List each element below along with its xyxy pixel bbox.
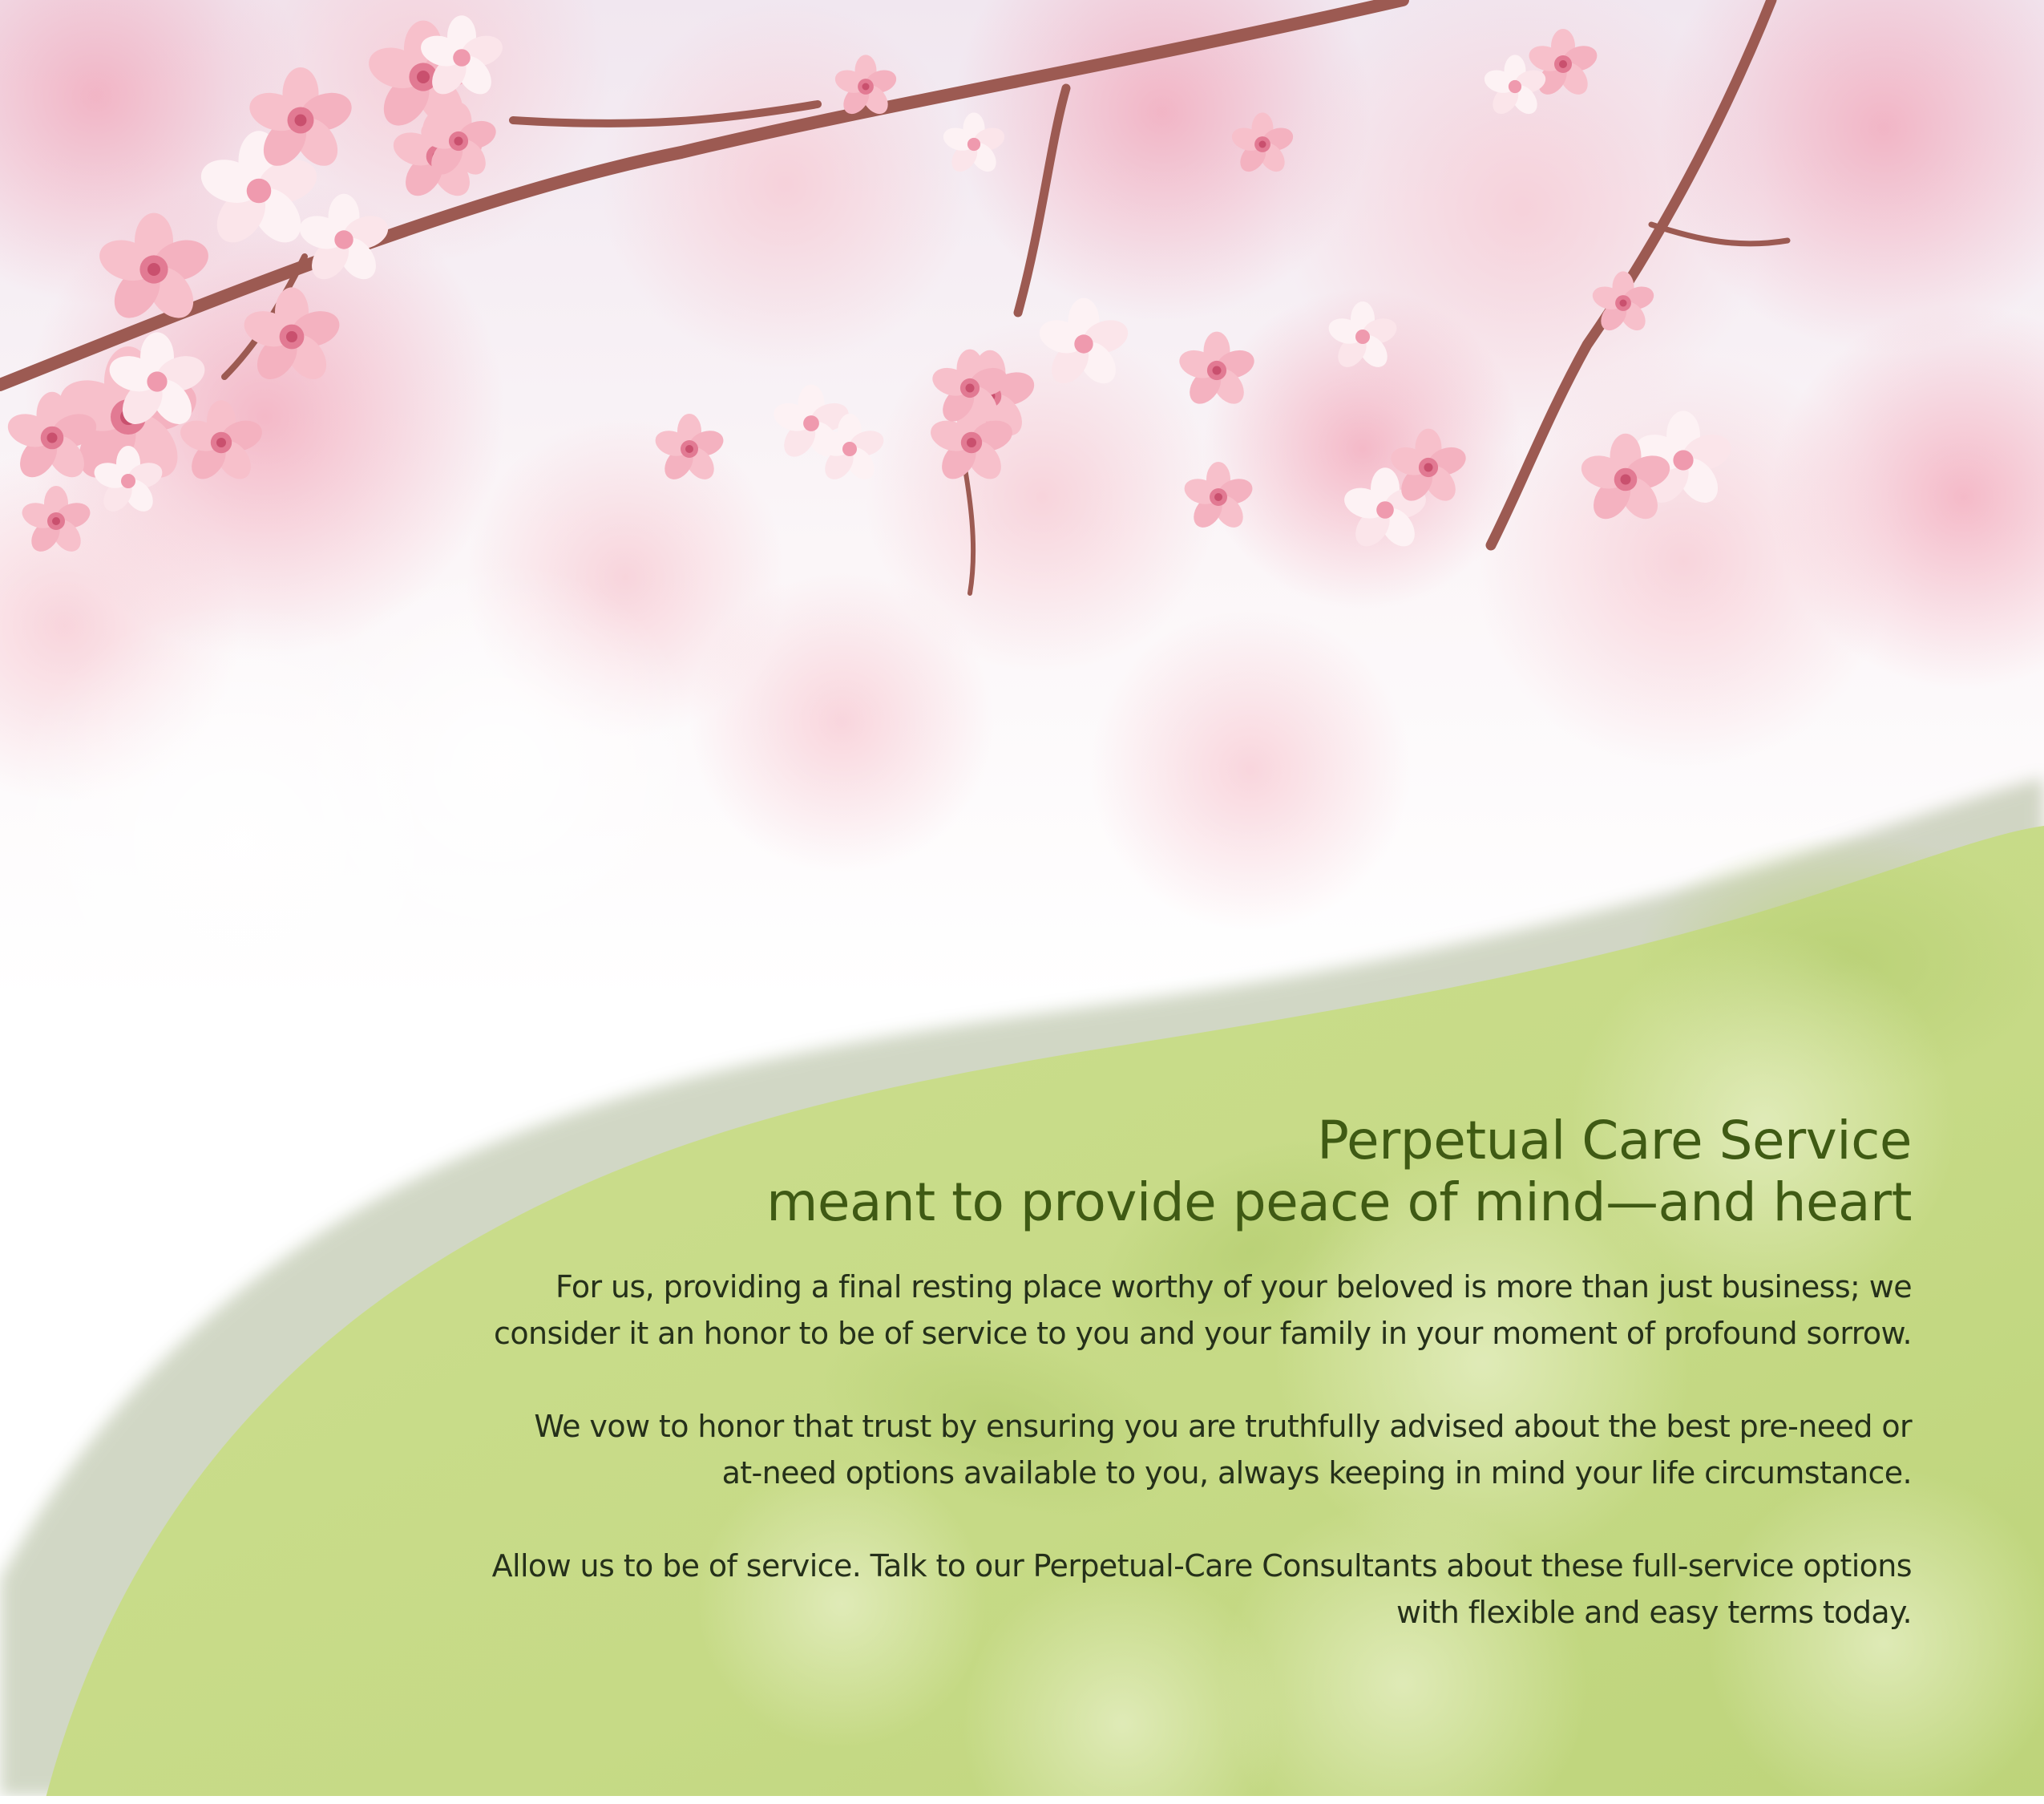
paragraph-2-line-2: at-need options available to you, always… [721,1455,1913,1491]
brochure-page: Perpetual Care Service meant to provide … [0,0,2044,1804]
paragraph-3-line-1: Allow us to be of service. Talk to our P… [491,1548,1913,1584]
paragraph-2-line-1: We vow to honor that trust by ensuring y… [534,1409,1912,1445]
headline: Perpetual Care Service meant to provide … [385,1110,1912,1233]
paragraph-3: Allow us to be of service. Talk to our P… [385,1543,1913,1636]
headline-line-2: meant to provide peace of mind—and heart [766,1171,1912,1233]
paragraph-1-line-1: For us, providing a final resting place … [555,1269,1913,1305]
headline-line-1: Perpetual Care Service [1317,1110,1912,1171]
paragraph-2: We vow to honor that trust by ensuring y… [385,1403,1912,1496]
paragraph-1: For us, providing a final resting place … [385,1264,1913,1357]
body-copy: Perpetual Care Service meant to provide … [385,1110,1913,1636]
paragraph-1-line-2: consider it an honor to be of service to… [494,1316,1913,1352]
paragraph-3-line-2: with flexible and easy terms today. [1396,1595,1913,1631]
